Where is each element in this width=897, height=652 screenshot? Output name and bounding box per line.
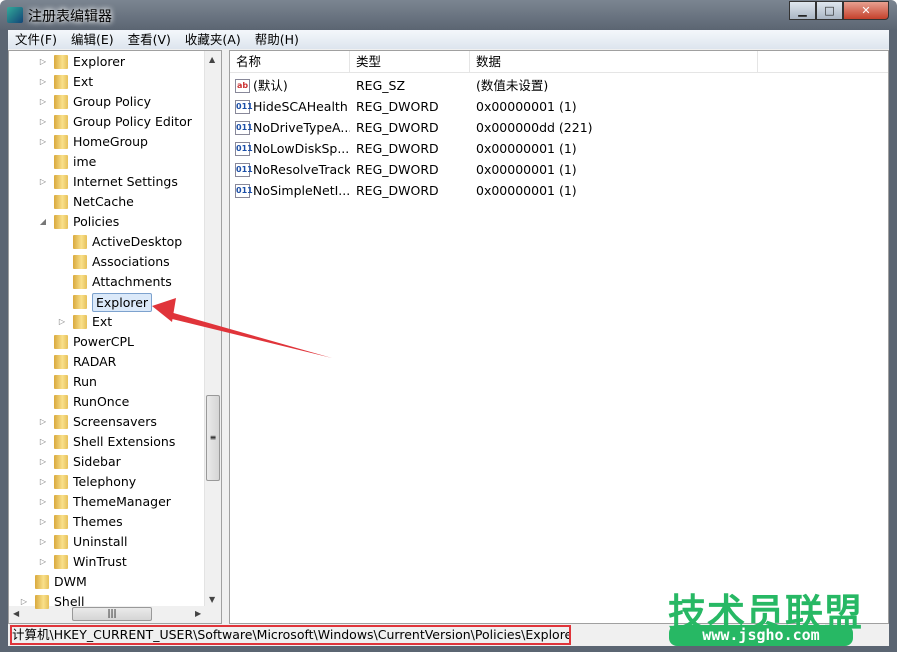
red-arrow-annotation [152,298,332,358]
watermark-url: www.jsgho.com [669,625,853,646]
